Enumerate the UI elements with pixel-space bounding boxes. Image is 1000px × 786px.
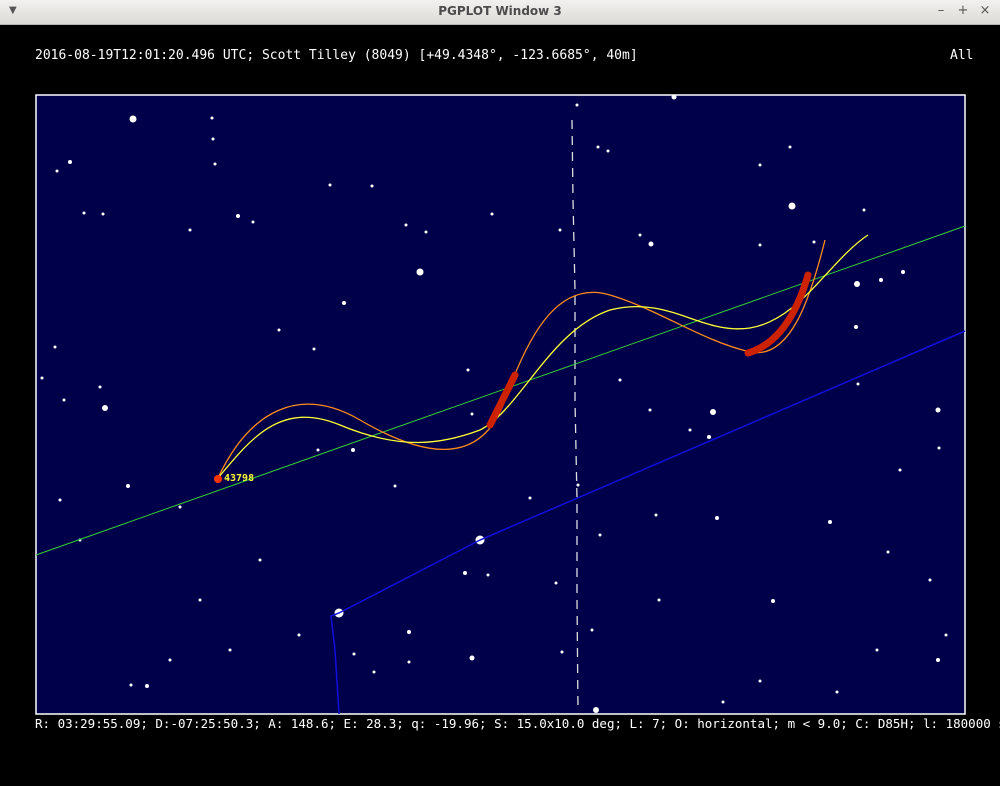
star	[558, 228, 562, 232]
satellite-marker	[214, 475, 222, 483]
star	[62, 398, 66, 402]
star	[901, 270, 905, 274]
star	[198, 598, 202, 602]
star	[228, 648, 232, 652]
star	[393, 484, 397, 488]
star	[758, 679, 762, 683]
star	[68, 160, 72, 164]
star	[82, 211, 86, 215]
star	[618, 378, 622, 382]
star	[554, 581, 558, 585]
star	[98, 385, 102, 389]
star	[466, 368, 470, 372]
star	[854, 281, 860, 287]
star	[657, 598, 661, 602]
star	[590, 628, 594, 632]
star	[40, 376, 44, 380]
star	[654, 513, 658, 517]
star	[416, 268, 424, 276]
star	[648, 241, 654, 247]
star	[316, 448, 320, 452]
sky-plot: 43798	[35, 94, 966, 715]
star	[342, 301, 346, 305]
star	[788, 145, 792, 149]
star	[715, 516, 719, 520]
star	[486, 573, 490, 577]
star	[606, 149, 610, 153]
star	[758, 163, 762, 167]
star	[101, 212, 105, 216]
star	[490, 212, 494, 216]
star	[928, 578, 932, 582]
star	[758, 243, 762, 247]
star	[886, 550, 890, 554]
star	[53, 345, 57, 349]
status-line: R: 03:29:55.09; D:-07:25:50.3; A: 148.6;…	[35, 716, 1000, 731]
star	[372, 670, 376, 674]
star	[424, 230, 428, 234]
star	[352, 652, 356, 656]
star	[648, 408, 652, 412]
star	[188, 228, 192, 232]
star	[407, 660, 411, 664]
star	[236, 214, 240, 218]
star	[370, 184, 374, 188]
star	[936, 658, 940, 662]
star	[898, 468, 902, 472]
star	[638, 233, 642, 237]
star	[258, 558, 262, 562]
star	[407, 630, 411, 634]
star	[856, 382, 860, 386]
star	[854, 325, 858, 329]
star	[126, 484, 130, 488]
star	[470, 412, 474, 416]
star	[828, 520, 832, 524]
star	[168, 658, 172, 662]
star	[528, 496, 532, 500]
satellite-label: 43798	[224, 473, 254, 484]
star	[463, 571, 467, 575]
star	[944, 633, 948, 637]
star	[835, 690, 839, 694]
star	[58, 498, 62, 502]
star	[210, 116, 214, 120]
star	[596, 145, 600, 149]
star	[575, 103, 579, 107]
star	[688, 428, 692, 432]
star	[812, 240, 816, 244]
star	[593, 707, 599, 713]
star	[469, 655, 475, 661]
star	[213, 162, 217, 166]
star	[788, 202, 796, 210]
star	[862, 208, 866, 212]
star	[721, 700, 725, 704]
star	[671, 94, 677, 100]
star	[129, 115, 137, 123]
star	[560, 650, 564, 654]
star	[211, 137, 215, 141]
star	[710, 409, 716, 415]
star	[576, 483, 580, 487]
star	[251, 220, 255, 224]
star	[297, 633, 301, 637]
star	[277, 328, 281, 332]
star	[328, 183, 332, 187]
star	[312, 347, 316, 351]
star	[879, 278, 883, 282]
star	[875, 648, 879, 652]
star	[937, 446, 941, 450]
star	[102, 405, 108, 411]
star	[404, 223, 408, 227]
star	[935, 407, 941, 413]
star	[707, 435, 711, 439]
star	[771, 599, 775, 603]
star	[351, 448, 355, 452]
star	[129, 683, 133, 687]
star	[178, 505, 182, 509]
star	[145, 684, 149, 688]
star	[598, 533, 602, 537]
star	[55, 169, 59, 173]
